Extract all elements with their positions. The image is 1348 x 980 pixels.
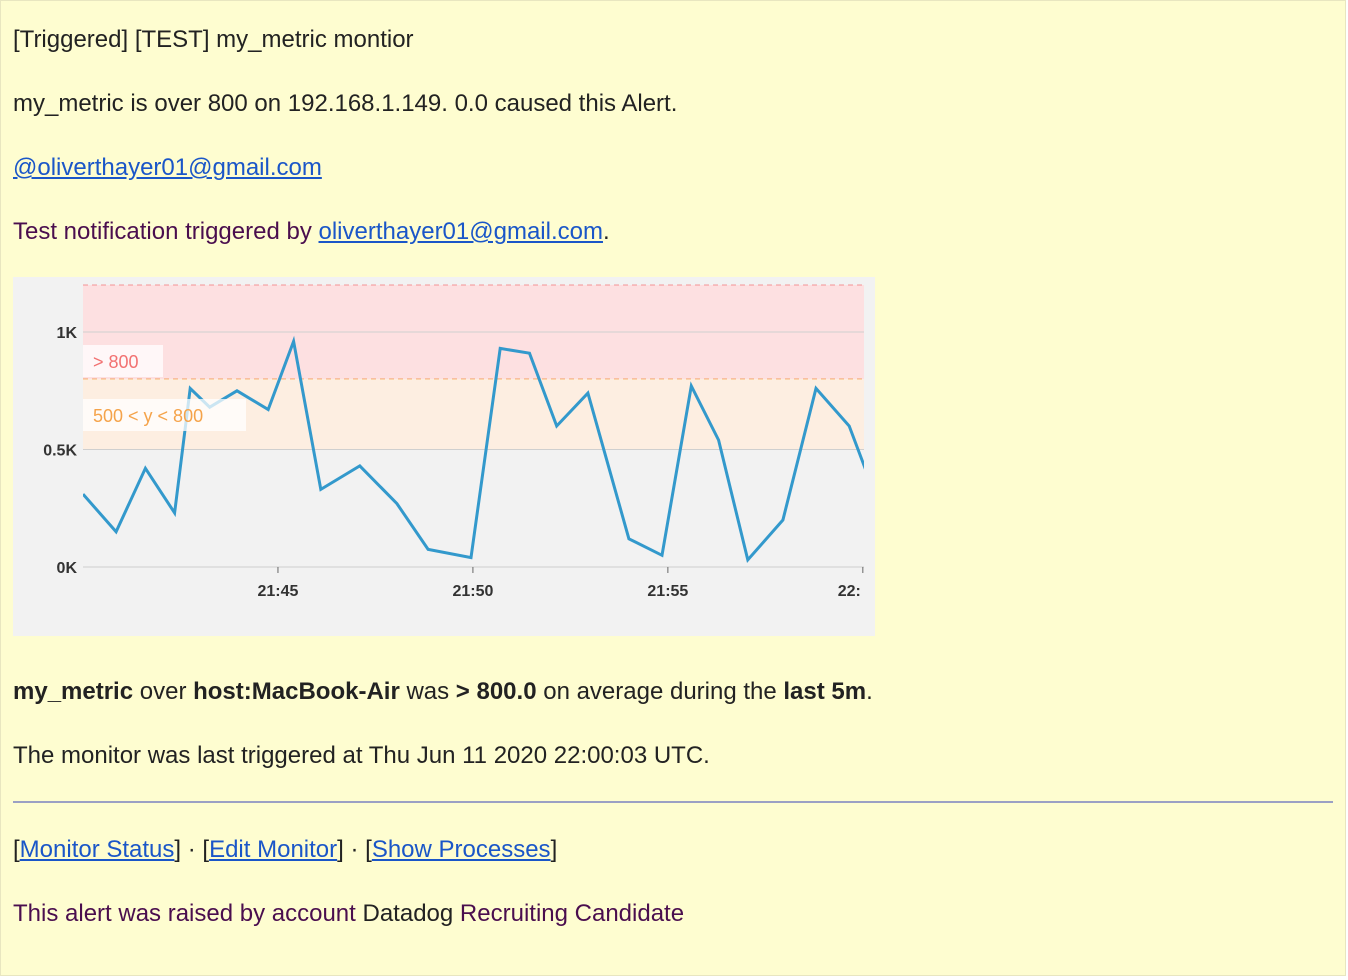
email-subject: [Triggered] [TEST] my_metric montior	[13, 26, 414, 53]
last-triggered-line: The monitor was last triggered at Thu Ju…	[13, 742, 710, 769]
show-processes-link[interactable]: Show Processes	[372, 836, 551, 863]
y-tick-label: 1K	[57, 325, 78, 342]
detail-metric: my_metric	[13, 678, 134, 705]
metric-graph-svg: 1K 0.5K 0K 21:45 21:50 21:55 22: > 800 500 < y <…	[43, 284, 864, 600]
threshold-label-alert: > 800	[93, 352, 139, 372]
divider	[13, 801, 1333, 803]
x-tick-label: 21:55	[647, 583, 688, 600]
detail-over: over	[133, 678, 194, 705]
footer-suffix: Recruiting Candidate	[453, 900, 685, 927]
mention-link[interactable]: @oliverthayer01@gmail.com	[13, 154, 322, 181]
x-tick-label: 21:45	[257, 583, 298, 600]
metric-graph: 1K 0.5K 0K 21:45 21:50 21:55 22: > 800 500 < y <…	[13, 277, 875, 636]
x-tick-label: 22:	[838, 583, 861, 600]
detail-was: was	[399, 678, 456, 705]
footer-account: Datadog	[362, 900, 454, 927]
detail-host: host:MacBook-Air	[193, 678, 400, 705]
footer-line: This alert was raised by account Datadog…	[13, 899, 684, 929]
monitor-status-link[interactable]: Monitor Status	[20, 836, 175, 863]
alert-summary: my_metric is over 800 on 192.168.1.149. …	[13, 90, 678, 117]
detail-threshold: > 800.0	[455, 678, 537, 705]
test-notification-prefix: Test notification triggered by	[13, 218, 319, 245]
y-tick-label: 0.5K	[43, 443, 77, 460]
monitor-links: [Monitor Status] · [Edit Monitor] · [Sho…	[13, 835, 557, 865]
mention-line: @oliverthayer01@gmail.com	[13, 153, 322, 183]
bracket-close: ]	[550, 836, 558, 863]
edit-monitor-link[interactable]: Edit Monitor	[209, 836, 337, 863]
monitor-detail-line: my_metric over host:MacBook-Air was > 80…	[13, 677, 873, 707]
detail-average: on average during the	[536, 678, 784, 705]
alert-email-panel: [Triggered] [TEST] my_metric montior my_…	[0, 0, 1346, 976]
bracket-open: [	[13, 836, 20, 863]
test-notification-line: Test notification triggered by olivertha…	[13, 217, 610, 247]
links-separator-1: ] · [	[174, 836, 210, 863]
threshold-label-warning: 500 < y < 800	[93, 406, 203, 426]
test-notification-email-link[interactable]: oliverthayer01@gmail.com	[319, 218, 603, 245]
detail-window: last 5m	[783, 678, 867, 705]
x-tick-label: 21:50	[452, 583, 493, 600]
test-notification-suffix: .	[602, 218, 610, 245]
detail-end: .	[866, 678, 873, 705]
footer-prefix: This alert was raised by account	[13, 900, 363, 927]
links-separator-2: ] · [	[337, 836, 372, 863]
y-tick-label: 0K	[57, 560, 78, 577]
